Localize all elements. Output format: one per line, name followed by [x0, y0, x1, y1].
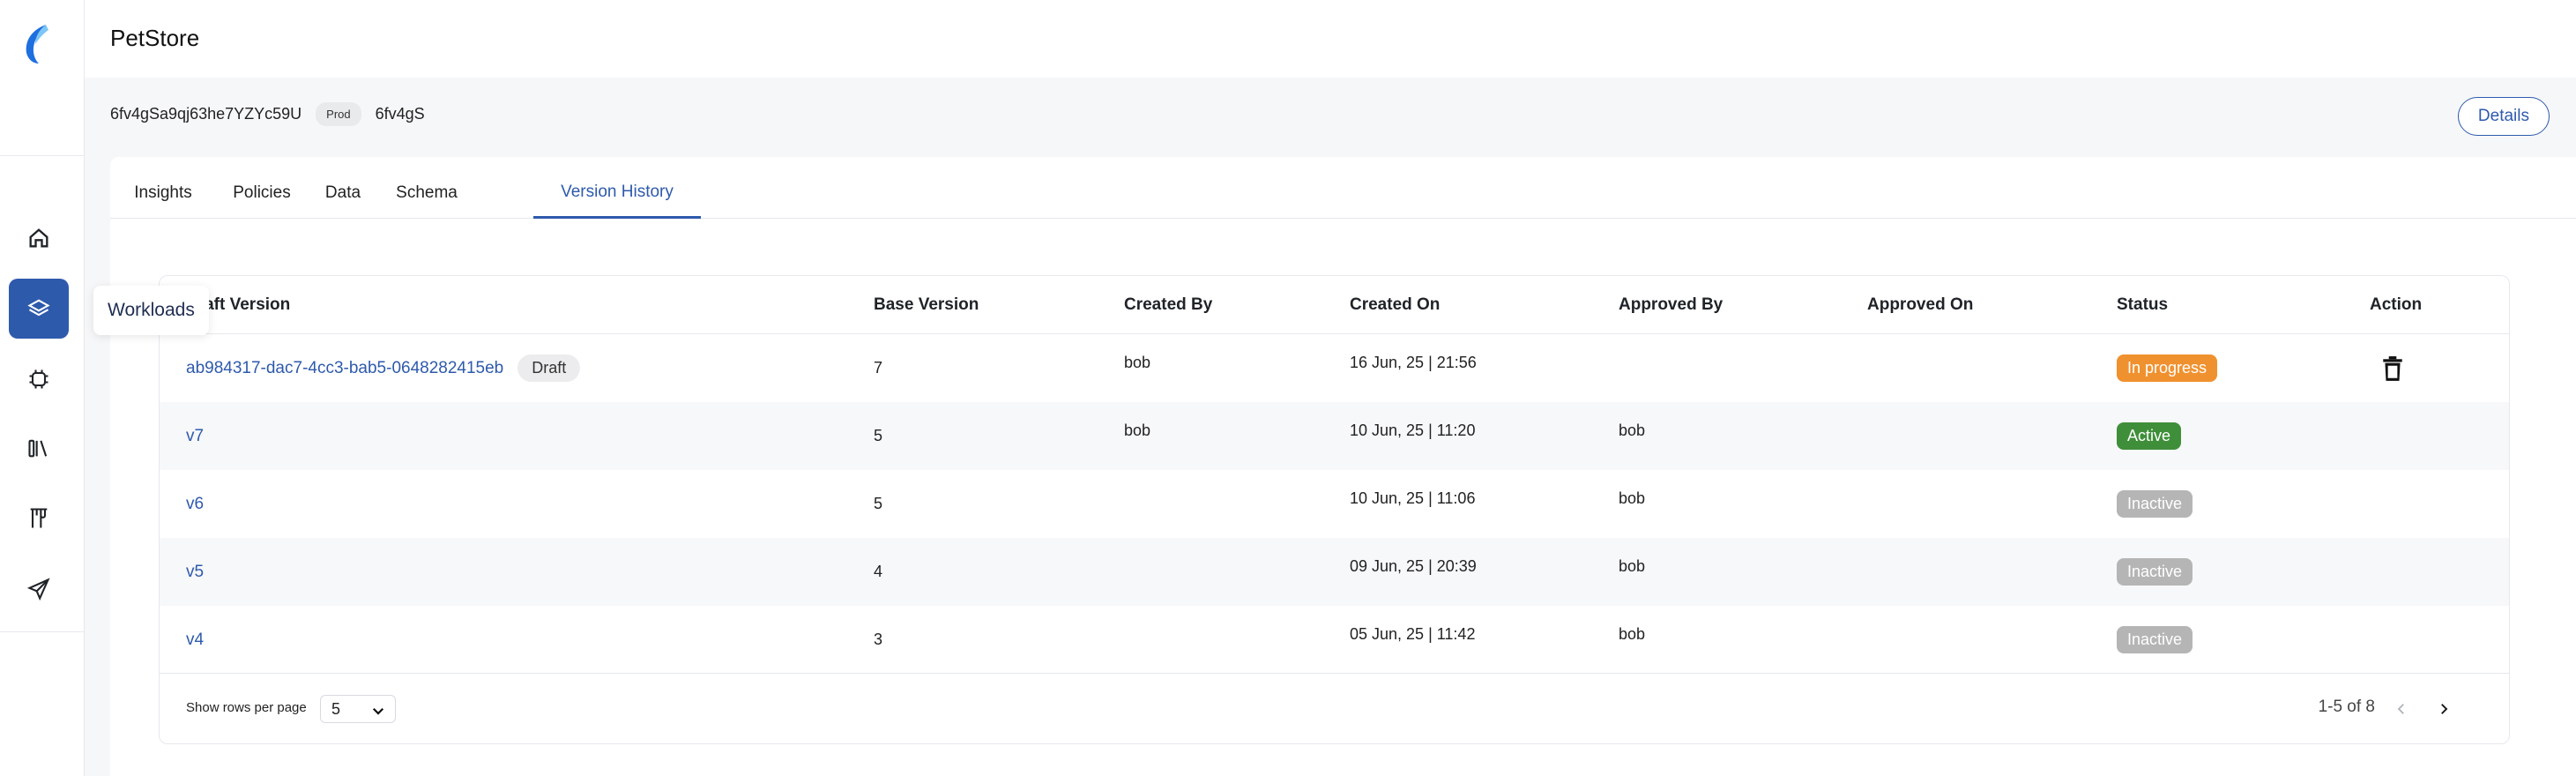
layers-icon	[27, 299, 50, 317]
base-version-cell: 4	[874, 563, 883, 580]
created-on-cell: 16 Jun, 25 | 21:56	[1350, 354, 1477, 371]
chevron-left-icon	[2397, 704, 2404, 714]
table-row[interactable]: v6 5 10 Jun, 25 | 11:06 bob Inactive	[160, 470, 2509, 538]
base-version-cell: 7	[874, 359, 883, 377]
version-cell: v6	[186, 470, 204, 538]
status-badge: Active	[2117, 422, 2182, 450]
tab-insights[interactable]: Insights	[110, 157, 216, 219]
created-by-cell: bob	[1124, 422, 1151, 439]
status-cell: Inactive	[2117, 538, 2193, 606]
main-panel: Insights Policies Data Schema Version Hi…	[110, 157, 2576, 776]
environment-badge: Prod	[316, 102, 361, 126]
rows-per-page-select[interactable]: 5	[320, 695, 396, 723]
status-badge: Inactive	[2117, 558, 2193, 586]
sidebar-item-send[interactable]	[9, 559, 69, 619]
status-cell: Inactive	[2117, 470, 2193, 538]
utensils-icon	[30, 508, 48, 528]
version-history-table: Draft Version Base Version Created By Cr…	[159, 275, 2510, 744]
chevron-right-icon	[2441, 704, 2448, 714]
version-link[interactable]: v5	[186, 563, 204, 582]
tab-data[interactable]: Data	[308, 157, 378, 219]
draft-badge: Draft	[517, 354, 581, 382]
column-header: Status	[2117, 295, 2169, 314]
next-page-button[interactable]	[2428, 693, 2460, 725]
sidebar-item-workloads[interactable]	[9, 279, 69, 339]
app-logo[interactable]	[19, 23, 58, 65]
details-button[interactable]: Details	[2457, 97, 2550, 136]
table-row[interactable]: v4 3 05 Jun, 25 | 11:42 bob Inactive	[160, 606, 2509, 674]
version-link[interactable]: v7	[186, 427, 204, 446]
rows-per-page-label: Show rows per page	[186, 700, 307, 715]
created-on-cell: 10 Jun, 25 | 11:06	[1350, 489, 1476, 507]
home-icon	[29, 228, 48, 248]
trash-icon[interactable]	[2381, 355, 2404, 382]
workload-id: 6fv4gSa9qj63he7YZYc59U	[110, 105, 302, 123]
table-row[interactable]: ab984317-dac7-4cc3-bab5-0648282415eb Dra…	[160, 334, 2509, 402]
approved-by-cell: bob	[1619, 489, 1646, 507]
created-on-cell: 05 Jun, 25 | 11:42	[1350, 625, 1476, 643]
workload-short-id: 6fv4gS	[375, 105, 425, 123]
paper-plane-icon	[26, 578, 50, 601]
sidebar-divider	[0, 631, 85, 632]
status-cell: Active	[2117, 402, 2182, 470]
tab-policies[interactable]: Policies	[216, 157, 308, 219]
status-cell: In progress	[2117, 334, 2218, 402]
chip-icon	[29, 369, 48, 389]
page-range: 1-5 of 8	[2318, 698, 2375, 716]
table-row[interactable]: v7 5 bob 10 Jun, 25 | 11:20 bob Active	[160, 402, 2509, 470]
base-version-cell: 5	[874, 427, 883, 444]
created-on-cell: 09 Jun, 25 | 20:39	[1350, 557, 1477, 575]
version-link[interactable]: v4	[186, 630, 204, 650]
previous-page-button[interactable]	[2386, 693, 2417, 725]
status-badge: Inactive	[2117, 490, 2193, 518]
library-icon	[28, 439, 48, 458]
sidebar	[0, 0, 85, 776]
sidebar-item-home[interactable]	[9, 208, 69, 268]
status-badge: Inactive	[2117, 626, 2193, 653]
version-cell: v7	[186, 402, 204, 470]
version-cell: ab984317-dac7-4cc3-bab5-0648282415eb Dra…	[186, 334, 581, 402]
status-cell: Inactive	[2117, 606, 2193, 674]
sidebar-divider	[0, 155, 85, 156]
column-header: Action	[2370, 295, 2423, 314]
column-header: Created On	[1350, 295, 1441, 314]
column-header: Approved On	[1867, 295, 1974, 314]
tab-schema[interactable]: Schema	[378, 157, 475, 219]
approved-by-cell: bob	[1619, 557, 1646, 575]
version-link[interactable]: ab984317-dac7-4cc3-bab5-0648282415eb	[186, 359, 503, 378]
column-header: Created By	[1124, 295, 1213, 314]
table-row[interactable]: v5 4 09 Jun, 25 | 20:39 bob Inactive	[160, 538, 2509, 606]
created-on-cell: 10 Jun, 25 | 11:20	[1350, 422, 1476, 439]
action-cell	[2381, 334, 2404, 402]
status-badge: In progress	[2117, 354, 2218, 382]
column-header: Base Version	[874, 295, 979, 314]
sidebar-item-restaurant[interactable]	[9, 489, 69, 548]
base-version-cell: 5	[874, 495, 883, 512]
sidebar-item-library[interactable]	[9, 418, 69, 478]
tab-version-history[interactable]: Version History	[533, 157, 701, 219]
approved-by-cell: bob	[1619, 625, 1646, 643]
column-header: Approved By	[1619, 295, 1724, 314]
sidebar-item-chip[interactable]	[9, 349, 69, 409]
top-bar: PetStore	[85, 0, 2576, 78]
approved-by-cell: bob	[1619, 422, 1646, 439]
sidebar-tooltip: Workloads	[93, 286, 209, 335]
version-link[interactable]: v6	[186, 495, 204, 514]
rows-per-page-value: 5	[331, 699, 341, 718]
page-title: PetStore	[110, 25, 200, 51]
workload-meta: 6fv4gSa9qj63he7YZYc59U Prod 6fv4gS	[110, 102, 425, 126]
chevron-down-icon	[372, 707, 384, 715]
pagination-bar: Show rows per page 5 1-5 of 8	[160, 673, 2509, 743]
version-cell: v5	[186, 538, 204, 606]
base-version-cell: 3	[874, 630, 883, 648]
table-header: Draft Version Base Version Created By Cr…	[160, 276, 2509, 334]
version-cell: v4	[186, 606, 204, 674]
created-by-cell: bob	[1124, 354, 1151, 371]
tab-bar: Insights Policies Data Schema Version Hi…	[110, 157, 2576, 219]
